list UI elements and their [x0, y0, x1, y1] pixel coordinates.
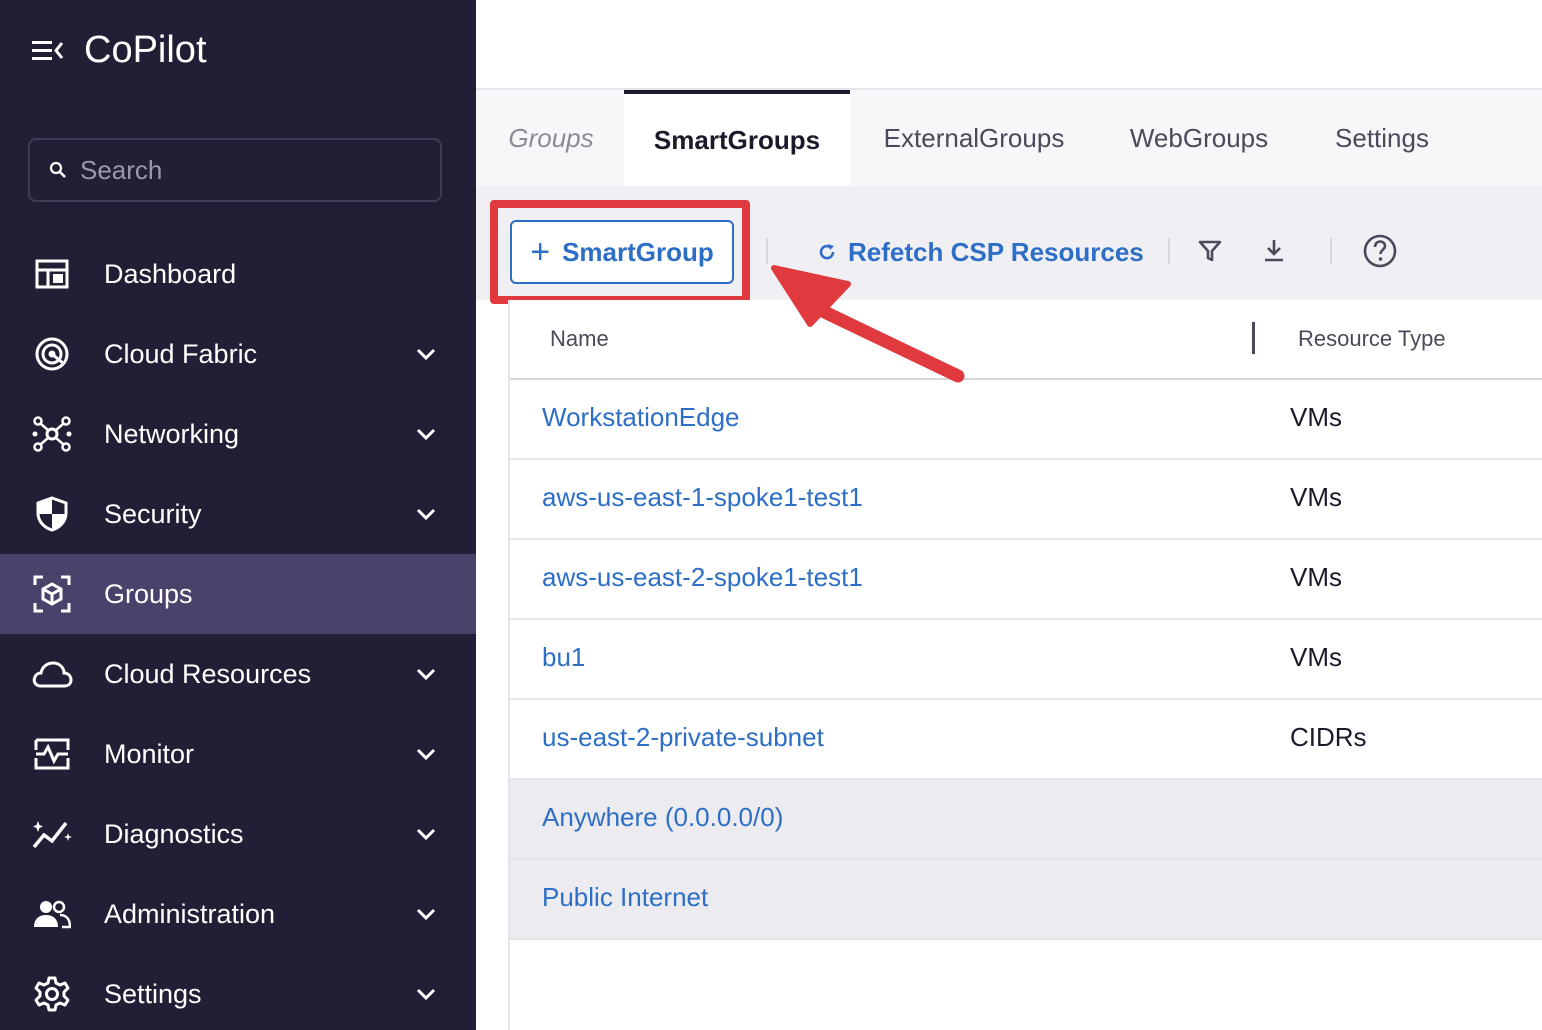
chevron-down-icon[interactable]	[414, 822, 438, 846]
chevron-down-icon[interactable]	[414, 662, 438, 686]
tab-smartgroups[interactable]: SmartGroups	[624, 90, 850, 186]
sidebar-item-cloud-resources[interactable]: Cloud Resources	[0, 634, 476, 714]
users-icon	[30, 892, 74, 936]
row-name-link[interactable]: aws-us-east-2-spoke1-test1	[542, 562, 863, 593]
sidebar-item-label: Monitor	[104, 738, 195, 769]
sidebar-item-label: Security	[104, 498, 202, 529]
toolbar: + SmartGroup Refetch CSP Resources	[476, 186, 1542, 304]
tab-webgroups[interactable]: WebGroups	[1116, 90, 1282, 186]
table-row[interactable]: us-east-2-private-subnet CIDRs	[510, 700, 1542, 780]
download-icon[interactable]	[1257, 234, 1291, 268]
sidebar-item-label: Administration	[104, 898, 276, 929]
search-icon	[49, 161, 66, 178]
networking-icon	[30, 412, 74, 456]
row-resource-type: VMs	[1290, 562, 1342, 592]
column-header-name[interactable]: Name	[550, 326, 609, 352]
sidebar-item-label: Dashboard	[104, 258, 237, 289]
tab-groups[interactable]: Groups	[486, 90, 616, 186]
sidebar-item-settings[interactable]: Settings	[0, 954, 476, 1030]
collapse-menu-icon[interactable]	[32, 38, 64, 62]
sidebar-item-diagnostics[interactable]: Diagnostics	[0, 794, 476, 874]
add-smartgroup-button[interactable]: + SmartGroup	[510, 220, 734, 284]
tab-settings[interactable]: Settings	[1322, 90, 1442, 186]
sidebar-search[interactable]	[28, 138, 442, 202]
table-row[interactable]: Public Internet	[510, 860, 1542, 940]
sidebar-item-label: Groups	[104, 578, 193, 609]
cloud-icon	[30, 652, 74, 696]
row-resource-type: VMs	[1290, 482, 1342, 512]
row-resource-type: VMs	[1290, 402, 1342, 432]
sidebar-item-label: Diagnostics	[104, 818, 244, 849]
sidebar-item-label: Cloud Resources	[104, 658, 312, 689]
sidebar: CoPilot Dashboard Cloud Fabric Network	[0, 0, 476, 1030]
brand: CoPilot	[32, 28, 207, 72]
search-input[interactable]	[80, 154, 400, 186]
row-name-link[interactable]: Public Internet	[542, 882, 708, 913]
row-resource-type: VMs	[1290, 642, 1342, 672]
toolbar-divider	[1168, 238, 1170, 264]
row-name-link[interactable]: WorkstationEdge	[542, 402, 740, 433]
gear-icon	[30, 972, 74, 1016]
chevron-down-icon[interactable]	[414, 422, 438, 446]
refresh-icon	[819, 244, 835, 260]
sidebar-item-label: Settings	[104, 978, 202, 1009]
table-header: Name Resource Type	[510, 300, 1542, 380]
chevron-down-icon[interactable]	[414, 342, 438, 366]
diagnostics-icon	[30, 812, 74, 856]
sidebar-item-networking[interactable]: Networking	[0, 394, 476, 474]
toolbar-divider	[766, 238, 768, 264]
sidebar-item-groups[interactable]: Groups	[0, 554, 476, 634]
filter-icon[interactable]	[1193, 234, 1227, 268]
table-row[interactable]: WorkstationEdge VMs	[510, 380, 1542, 460]
cloud-fabric-icon	[30, 332, 74, 376]
chevron-down-icon[interactable]	[414, 502, 438, 526]
tab-externalgroups[interactable]: ExternalGroups	[868, 90, 1080, 186]
tab-bar: Groups SmartGroups ExternalGroups WebGro…	[476, 90, 1542, 186]
refetch-csp-resources-button[interactable]: Refetch CSP Resources	[816, 226, 1144, 278]
dashboard-icon	[30, 252, 74, 296]
smartgroups-table: Name Resource Type WorkstationEdge VMs a…	[510, 300, 1542, 940]
row-name-link[interactable]: aws-us-east-1-spoke1-test1	[542, 482, 863, 513]
app-title: CoPilot	[84, 28, 207, 71]
row-resource-type: CIDRs	[1290, 722, 1367, 752]
table-row[interactable]: Anywhere (0.0.0.0/0)	[510, 780, 1542, 860]
monitor-icon	[30, 732, 74, 776]
groups-icon	[30, 572, 74, 616]
row-name-link[interactable]: us-east-2-private-subnet	[542, 722, 824, 753]
plus-icon: +	[530, 233, 551, 271]
add-smartgroup-label: SmartGroup	[562, 236, 714, 267]
sidebar-item-security[interactable]: Security	[0, 474, 476, 554]
sidebar-item-label: Networking	[104, 418, 240, 449]
help-icon[interactable]	[1363, 234, 1397, 268]
table-row[interactable]: aws-us-east-1-spoke1-test1 VMs	[510, 460, 1542, 540]
column-resize-handle[interactable]	[1252, 322, 1255, 354]
chevron-down-icon[interactable]	[414, 742, 438, 766]
column-header-resource-type[interactable]: Resource Type	[1298, 326, 1446, 352]
toolbar-divider	[1330, 238, 1332, 264]
sidebar-item-dashboard[interactable]: Dashboard	[0, 234, 476, 314]
row-name-link[interactable]: Anywhere (0.0.0.0/0)	[542, 802, 783, 833]
row-name-link[interactable]: bu1	[542, 642, 585, 673]
sidebar-item-label: Cloud Fabric	[104, 338, 258, 369]
chevron-down-icon[interactable]	[414, 902, 438, 926]
table-row[interactable]: bu1 VMs	[510, 620, 1542, 700]
sidebar-item-cloud-fabric[interactable]: Cloud Fabric	[0, 314, 476, 394]
sidebar-item-monitor[interactable]: Monitor	[0, 714, 476, 794]
shield-icon	[30, 492, 74, 536]
main-content: Groups SmartGroups ExternalGroups WebGro…	[476, 0, 1542, 1030]
refetch-label: Refetch CSP Resources	[848, 236, 1144, 267]
sidebar-item-administration[interactable]: Administration	[0, 874, 476, 954]
chevron-down-icon[interactable]	[414, 982, 438, 1006]
sidebar-nav: Dashboard Cloud Fabric Networking Securi…	[0, 234, 476, 1030]
table-row[interactable]: aws-us-east-2-spoke1-test1 VMs	[510, 540, 1542, 620]
